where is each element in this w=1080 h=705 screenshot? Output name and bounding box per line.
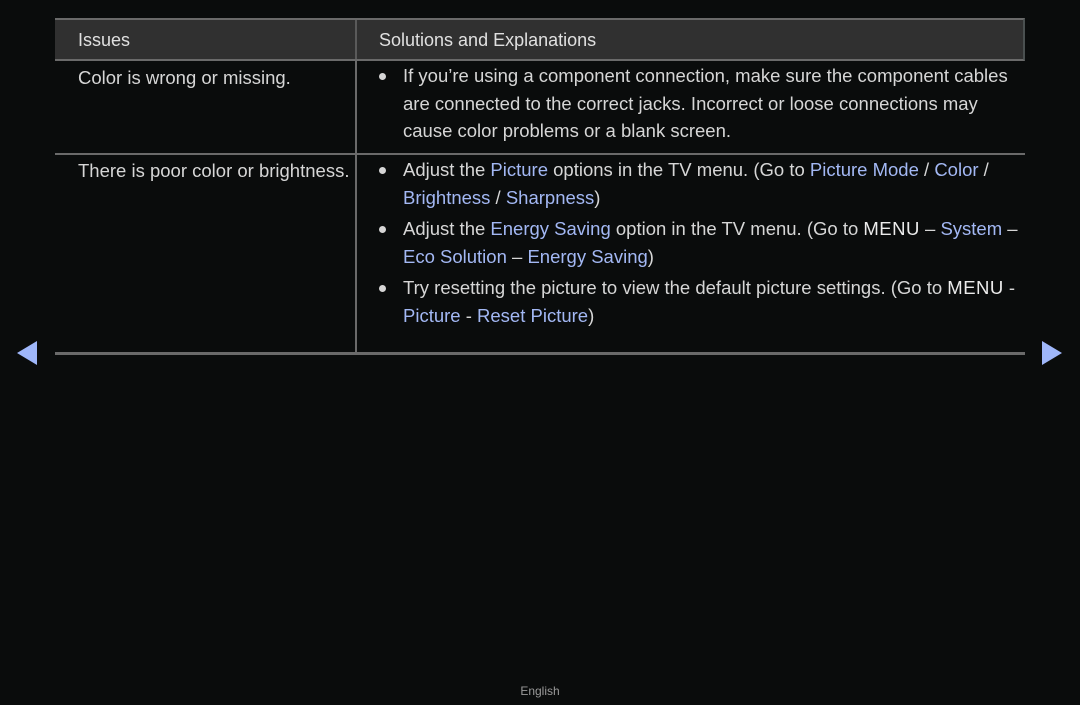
solution-text: option in the TV menu. (Go to [610, 218, 864, 239]
menu-reference-link: Brightness [403, 186, 491, 208]
bullet-dot-icon [379, 226, 386, 233]
solution-text: – [506, 245, 528, 267]
menu-reference-link: Picture [490, 159, 548, 180]
triangle-left-icon[interactable] [17, 341, 37, 365]
bullet-dot-icon [379, 167, 386, 174]
solution-text: Adjust the [403, 218, 491, 239]
solution-text: If you’re using a component connection, … [403, 65, 1008, 141]
issue-cell: There is poor color or brightness. [55, 155, 357, 352]
menu-reference-link: Reset Picture [477, 304, 589, 326]
solution-bullet: If you’re using a component connection, … [379, 62, 1021, 145]
table-header: Issues Solutions and Explanations [55, 18, 1025, 61]
solution-text: ) [594, 186, 601, 208]
solution-text: ) [647, 245, 654, 267]
footer-language: English [520, 684, 560, 698]
solution-bullet: Adjust the Energy Saving option in the T… [379, 215, 1021, 270]
menu-reference-link: Energy Saving [490, 218, 611, 239]
bullet-dot-icon [379, 73, 386, 80]
header-solutions: Solutions and Explanations [379, 30, 597, 50]
solution-text: Try resetting the picture to view the de… [403, 277, 948, 298]
table-row: Color is wrong or missing. If you’re usi… [55, 61, 1025, 155]
solution-text: / [918, 159, 935, 180]
menu-reference-link: System [940, 218, 1003, 239]
solution-text: options in the TV menu. (Go to [548, 159, 810, 180]
menu-reference-link: Color [934, 159, 979, 180]
solution-text: - [460, 304, 478, 326]
solution-text: – [1002, 218, 1018, 239]
solution-text: / [978, 159, 989, 180]
issue-cell: Color is wrong or missing. [55, 61, 357, 153]
menu-reference-link: Eco Solution [403, 245, 507, 267]
troubleshooting-table: Issues Solutions and Explanations Color … [55, 18, 1025, 355]
header-issues: Issues [55, 20, 357, 59]
solution-cell: Adjust the Picture options in the TV men… [357, 155, 1025, 352]
solution-text: - [1003, 277, 1016, 298]
solution-text: Adjust the [403, 159, 491, 180]
solution-text: – [919, 218, 941, 239]
solution-cell: If you’re using a component connection, … [357, 61, 1025, 153]
menu-reference-link: Picture [403, 304, 461, 326]
triangle-right-icon[interactable] [1042, 341, 1062, 365]
menu-keyword: MENU [947, 277, 1004, 298]
menu-reference-link: Energy Saving [527, 245, 648, 267]
bullet-dot-icon [379, 285, 386, 292]
solution-bullet: Adjust the Picture options in the TV men… [379, 156, 1021, 211]
solution-text: ) [588, 304, 595, 326]
table-row: There is poor color or brightness. Adjus… [55, 155, 1025, 355]
menu-reference-link: Picture Mode [809, 159, 919, 180]
solution-bullet: Try resetting the picture to view the de… [379, 274, 1021, 329]
menu-reference-link: Sharpness [505, 186, 595, 208]
menu-keyword: MENU [863, 218, 920, 239]
solution-text: / [490, 186, 506, 208]
